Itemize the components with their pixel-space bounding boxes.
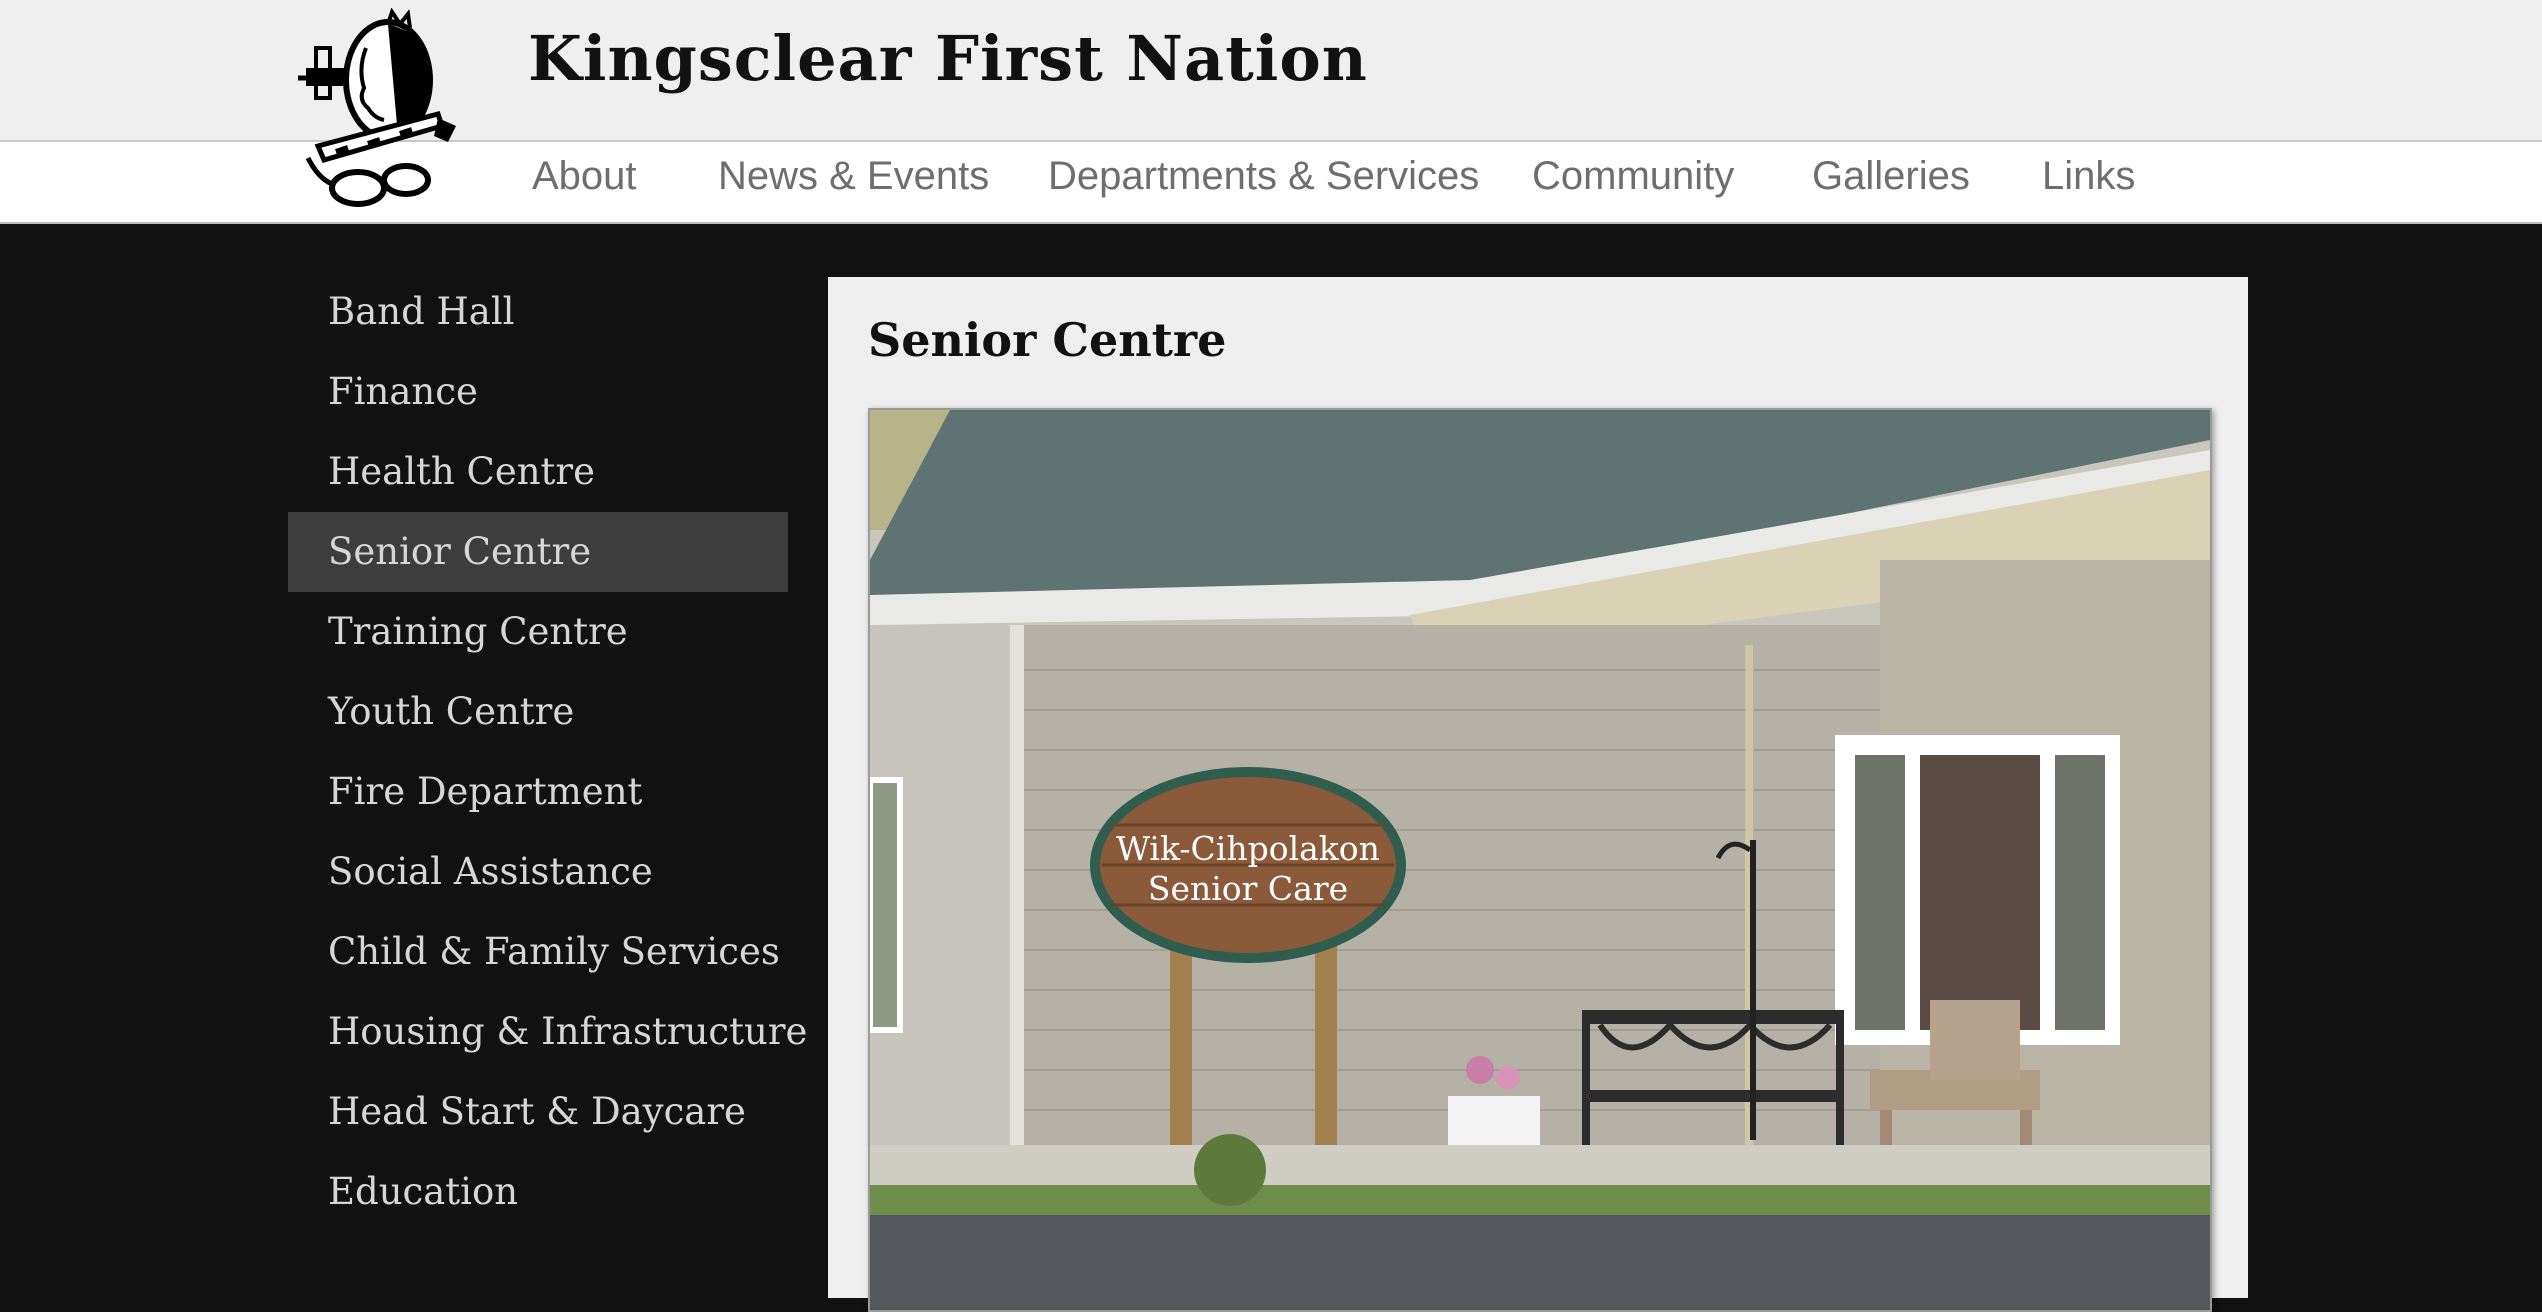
senior-centre-photo: Wik-Cihpolakon Senior Care bbox=[868, 408, 2212, 1312]
sidebar-item-child-family-services[interactable]: Child & Family Services bbox=[288, 912, 788, 992]
main-content: Senior Centre Wik-Cihpolakon Senior Care bbox=[828, 277, 2248, 1312]
logo-emblem-icon bbox=[298, 7, 456, 207]
sidebar-item-finance[interactable]: Finance bbox=[288, 352, 788, 432]
sidebar-item-housing-infrastructure[interactable]: Housing & Infrastructure bbox=[288, 992, 807, 1072]
building-illustration: Wik-Cihpolakon Senior Care bbox=[870, 410, 2210, 1310]
sidebar-item-senior-centre[interactable]: Senior Centre bbox=[288, 512, 788, 592]
sidebar-item-training-centre[interactable]: Training Centre bbox=[288, 592, 788, 672]
nav-item-galleries[interactable]: Galleries bbox=[1812, 154, 1970, 199]
sidebar-item-health-centre[interactable]: Health Centre bbox=[288, 432, 788, 512]
sidebar-item-band-hall[interactable]: Band Hall bbox=[288, 272, 788, 352]
sidebar-item-education[interactable]: Education bbox=[288, 1152, 788, 1232]
nav-item-links[interactable]: Links bbox=[2042, 154, 2135, 199]
site-logo[interactable] bbox=[288, 7, 458, 216]
page-title: Senior Centre bbox=[868, 313, 1227, 367]
sign-text-line1: Wik-Cihpolakon bbox=[1116, 829, 1380, 868]
nav-item-about[interactable]: About bbox=[532, 154, 637, 199]
sidebar-item-social-assistance[interactable]: Social Assistance bbox=[288, 832, 788, 912]
nav-item-news-events[interactable]: News & Events bbox=[718, 154, 989, 199]
sign-text-line2: Senior Care bbox=[1148, 869, 1348, 908]
sidebar-item-head-start-daycare[interactable]: Head Start & Daycare bbox=[288, 1072, 788, 1152]
nav-item-community[interactable]: Community bbox=[1532, 154, 1734, 199]
sidebar-item-fire-department[interactable]: Fire Department bbox=[288, 752, 788, 832]
sidebar-nav: Band Hall Finance Health Centre Senior C… bbox=[288, 272, 807, 1232]
nav-item-departments-services[interactable]: Departments & Services bbox=[1048, 154, 1479, 199]
site-title[interactable]: Kingsclear First Nation bbox=[528, 22, 1368, 95]
sidebar-item-youth-centre[interactable]: Youth Centre bbox=[288, 672, 788, 752]
